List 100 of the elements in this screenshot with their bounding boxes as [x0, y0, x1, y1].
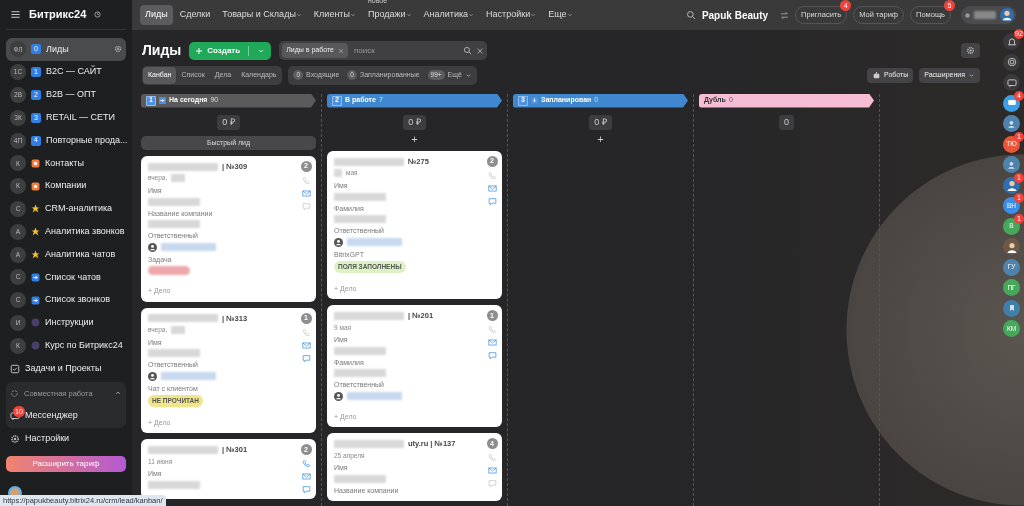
- clock-icon: [94, 11, 102, 18]
- column-sum: 0 ₽: [217, 114, 240, 130]
- nav-tab[interactable]: Клиенты: [308, 5, 361, 25]
- blurred-value: [148, 220, 200, 228]
- blurred-value: [334, 369, 386, 378]
- page-title: Лиды: [142, 42, 182, 59]
- caret-icon: [464, 71, 472, 79]
- contact-icon: [31, 158, 40, 168]
- settings-button[interactable]: [961, 43, 980, 58]
- column-sum: 0: [779, 114, 794, 130]
- blurred-value: [334, 346, 386, 355]
- blurred-value: [334, 474, 386, 483]
- blurred-name: [161, 243, 216, 251]
- add-button[interactable]: +: [593, 134, 608, 145]
- swap-icon[interactable]: [780, 10, 790, 20]
- column-sum: 0 ₽: [589, 114, 612, 130]
- nav-tab[interactable]: Настройки: [481, 5, 542, 25]
- phone-icon[interactable]: [487, 453, 497, 463]
- user-icon: [148, 242, 157, 252]
- user-icon: [1006, 118, 1017, 129]
- blurred-text: [334, 311, 404, 320]
- blurred-text: [148, 162, 218, 171]
- blurred-text: [148, 314, 218, 323]
- star-icon: [31, 250, 40, 260]
- blurred-name: [974, 11, 996, 19]
- user-icon: [334, 391, 343, 401]
- chat-icon[interactable]: [301, 353, 311, 363]
- blurred-name: [347, 238, 402, 246]
- star-icon: [31, 227, 40, 237]
- upgrade-button[interactable]: Расширить тариф: [6, 456, 126, 473]
- phone-icon[interactable]: [487, 325, 497, 335]
- user-avatar[interactable]: [1003, 238, 1020, 255]
- status-icon: [965, 12, 970, 18]
- chat-icon[interactable]: [487, 479, 497, 489]
- nav-tab[interactable]: Лиды: [140, 5, 173, 25]
- blurred-name: [347, 392, 402, 401]
- add-button[interactable]: +: [407, 134, 422, 145]
- sidebar-item[interactable]: Настройки: [6, 427, 126, 451]
- phone-icon[interactable]: [487, 171, 497, 180]
- contact-button[interactable]: [1003, 115, 1020, 132]
- person-icon: [1005, 179, 1018, 191]
- nav-tab[interactable]: Аналитика: [418, 5, 480, 25]
- nav-tab[interactable]: Еще: [543, 5, 578, 25]
- company-name[interactable]: Papuk Beauty: [701, 7, 769, 23]
- column-sum: 0 ₽: [403, 114, 426, 130]
- arrow-icon: [31, 272, 40, 282]
- mail-icon[interactable]: [301, 472, 311, 482]
- sidebar-item[interactable]: Задачи и Проекты: [6, 357, 126, 380]
- phone-icon[interactable]: [301, 459, 311, 469]
- arrow-icon: [31, 295, 40, 305]
- blurred-name: [161, 372, 216, 380]
- chat-icon[interactable]: [487, 351, 497, 361]
- close-icon[interactable]: [338, 47, 344, 54]
- search-icon[interactable]: [463, 46, 473, 55]
- phone-icon[interactable]: [301, 176, 311, 185]
- blurred-value: [148, 197, 200, 206]
- bookmark-button[interactable]: [1003, 299, 1020, 317]
- checkbox-icon: [10, 363, 20, 374]
- nav-tab[interactable]: Товары и Склады: [217, 5, 307, 25]
- user-avatar[interactable]: [1003, 176, 1020, 194]
- arrow-icon: [159, 97, 166, 104]
- chat-button[interactable]: [1003, 74, 1020, 91]
- person-icon: [1005, 240, 1018, 253]
- user-icon: [334, 237, 343, 247]
- settings-icon: [966, 46, 975, 55]
- blurred-value: [148, 480, 200, 489]
- message-icon: [1006, 98, 1017, 108]
- settings-icon: [10, 433, 20, 444]
- blurred-text: [334, 157, 404, 166]
- mail-icon[interactable]: [301, 189, 311, 198]
- arrow-icon: [531, 97, 538, 104]
- logo-text[interactable]: Битрикс24: [29, 6, 87, 23]
- settings-icon[interactable]: [114, 45, 122, 54]
- blurred-value: [334, 192, 386, 201]
- chat-icon[interactable]: [301, 202, 311, 211]
- mail-icon[interactable]: [301, 340, 311, 350]
- robot-icon: [872, 70, 882, 80]
- caret-icon: [968, 71, 975, 79]
- blurred-text: [334, 439, 404, 448]
- mail-icon[interactable]: [487, 184, 497, 193]
- close-icon[interactable]: [476, 46, 485, 55]
- user-chip[interactable]: [961, 6, 1016, 24]
- blurred-tag: [148, 266, 190, 275]
- user-icon: [1006, 159, 1017, 170]
- mail-icon[interactable]: [487, 466, 497, 476]
- user-icon: [148, 371, 157, 381]
- chat-icon[interactable]: [487, 197, 497, 206]
- search-icon[interactable]: [685, 10, 696, 20]
- user-avatar-icon: [1000, 8, 1014, 22]
- chat-app-button[interactable]: [1003, 94, 1020, 112]
- menu-icon[interactable]: [10, 9, 21, 20]
- chat-icon[interactable]: [301, 485, 311, 495]
- nav-tab[interactable]: Сделки: [174, 5, 216, 25]
- blurred-text: [148, 445, 218, 454]
- contact-button[interactable]: [1003, 156, 1020, 173]
- phone-icon[interactable]: [301, 327, 311, 337]
- chat-icon: [1006, 77, 1017, 88]
- bell-icon: [1006, 36, 1017, 47]
- mail-icon[interactable]: [487, 338, 497, 348]
- blurred-value: [334, 215, 386, 223]
